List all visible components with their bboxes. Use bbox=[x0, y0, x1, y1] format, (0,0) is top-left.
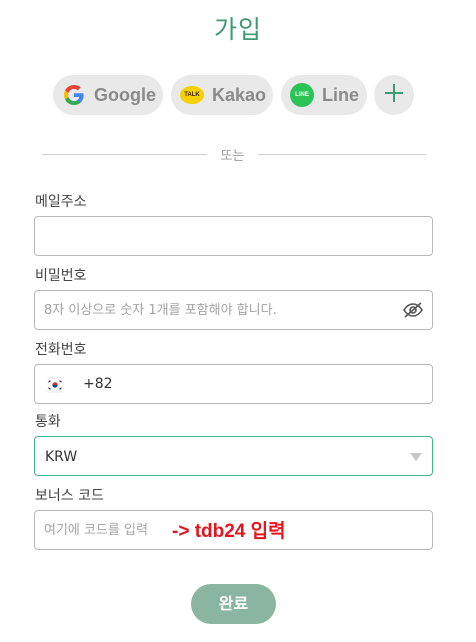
kakao-login-button[interactable]: TALK Kakao bbox=[171, 75, 273, 115]
currency-select[interactable]: KRW bbox=[34, 436, 433, 476]
divider-left bbox=[42, 154, 207, 155]
email-label: 메일주소 bbox=[35, 194, 87, 210]
divider-right bbox=[258, 154, 426, 155]
phone-field-wrapper: +82 bbox=[34, 364, 433, 404]
currency-selected-value: KRW bbox=[45, 449, 78, 465]
bonus-code-annotation: -> tdb24 입력 bbox=[172, 521, 286, 542]
password-label: 비밀번호 bbox=[35, 268, 87, 284]
password-field-wrapper bbox=[34, 290, 433, 330]
google-login-button[interactable]: Google bbox=[53, 75, 163, 115]
bonus-code-label: 보너스 코드 bbox=[35, 488, 104, 504]
more-options-button[interactable] bbox=[374, 75, 414, 115]
google-label: Google bbox=[94, 84, 156, 105]
phone-label: 전화번호 bbox=[35, 342, 87, 358]
submit-button[interactable]: 완료 bbox=[191, 584, 276, 624]
page-title: 가입 bbox=[213, 15, 262, 44]
divider-text: 또는 bbox=[220, 149, 245, 164]
line-login-button[interactable]: LINE Line bbox=[281, 75, 367, 115]
line-icon: LINE bbox=[290, 83, 314, 107]
plus-icon bbox=[384, 83, 404, 108]
currency-label: 통화 bbox=[35, 414, 61, 430]
eye-slash-icon[interactable] bbox=[402, 300, 424, 320]
chevron-down-icon bbox=[410, 453, 422, 461]
password-input[interactable] bbox=[35, 291, 432, 329]
google-icon bbox=[62, 83, 86, 107]
email-input[interactable] bbox=[35, 217, 432, 255]
social-login-row: Google TALK Kakao LINE Line bbox=[0, 75, 476, 117]
phone-input[interactable] bbox=[35, 365, 432, 403]
line-label: Line bbox=[322, 84, 360, 105]
kakao-talk-icon: TALK bbox=[180, 86, 204, 104]
email-field-wrapper bbox=[34, 216, 433, 256]
kakao-label: Kakao bbox=[212, 84, 267, 105]
